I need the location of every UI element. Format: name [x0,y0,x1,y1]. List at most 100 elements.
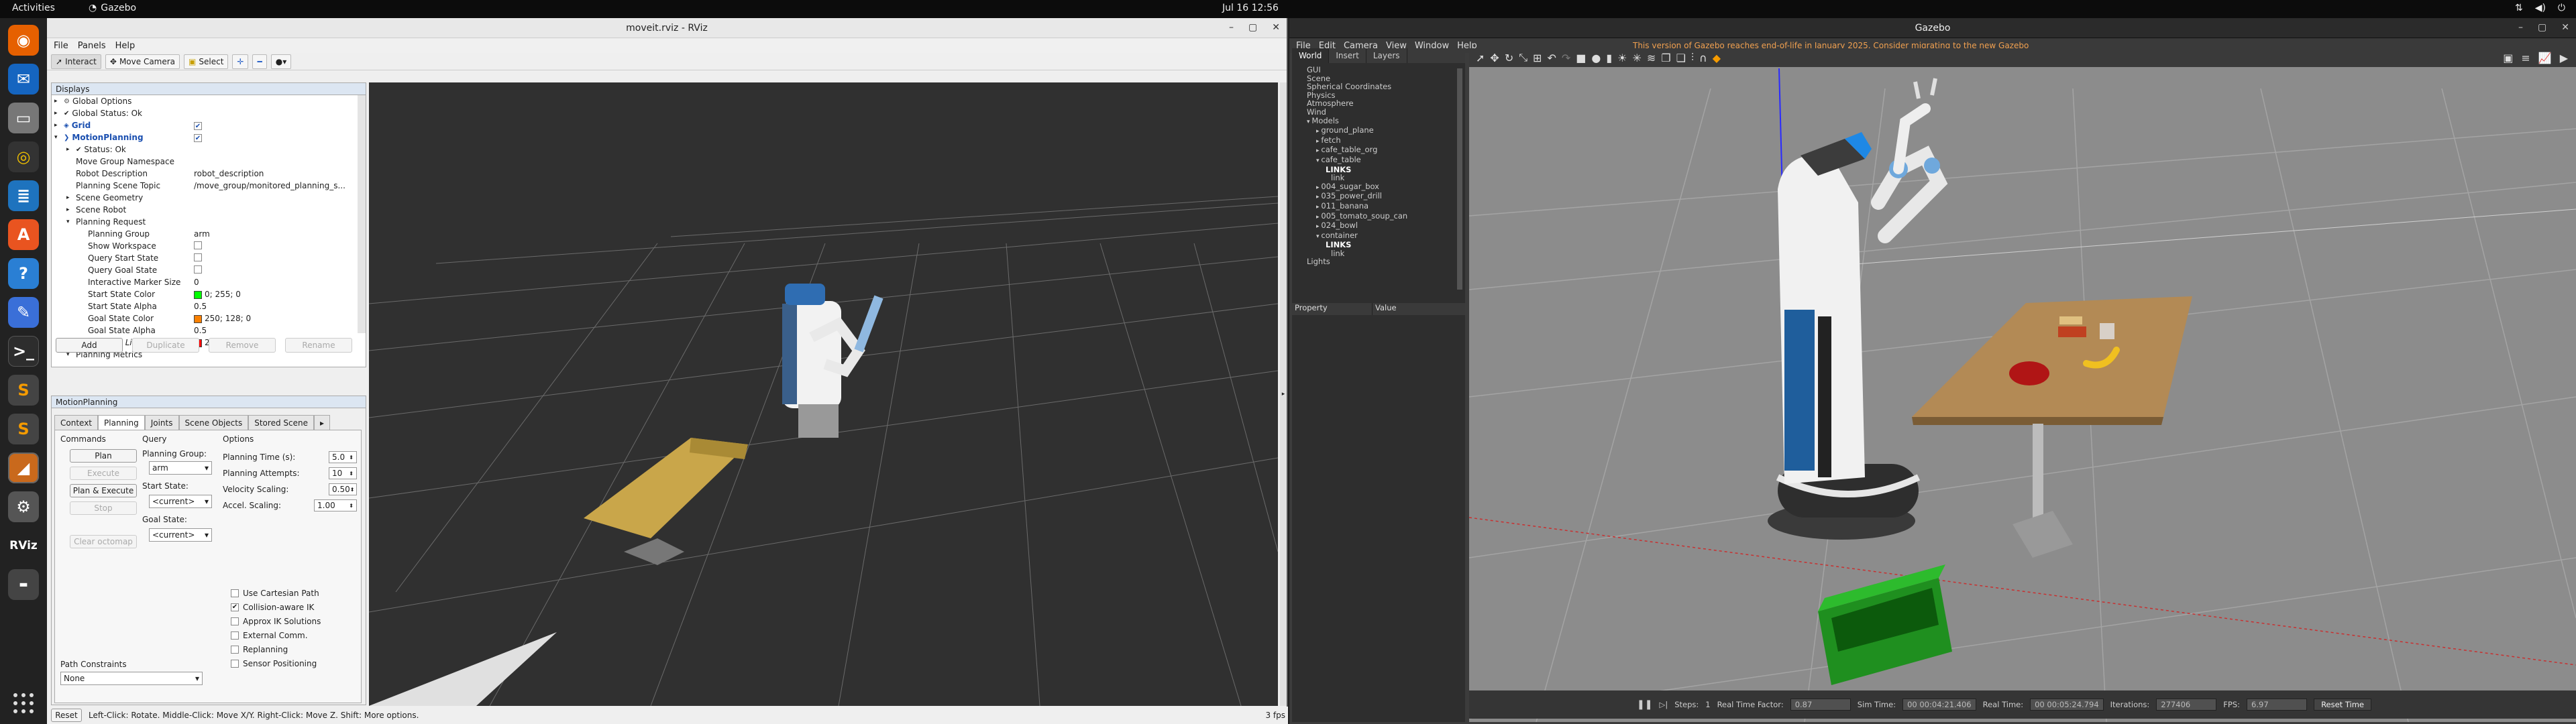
duplicate-button[interactable]: Duplicate [132,338,199,353]
clear-octomap-button[interactable]: Clear octomap [70,535,137,548]
checkbox[interactable] [231,659,239,668]
app-center-icon[interactable]: A [8,219,39,250]
display-row[interactable]: ▾ Planning Request [52,216,366,228]
display-row[interactable]: ▸ ✔ Status: Ok [52,143,366,156]
world-tree-item[interactable]: ▸ 024_bowl [1307,221,1465,231]
app-menu[interactable]: ◔ Gazebo [89,3,136,13]
checkbox[interactable]: ✔ [194,134,202,143]
display-row[interactable]: Planning Scene Topic/move_group/monitore… [52,180,366,192]
gazebo-3d-view[interactable] [1469,48,2576,722]
display-row[interactable]: ▸ Scene Geometry [52,192,366,204]
pause-icon[interactable]: ❚❚ [1637,699,1652,710]
rviz-3d-view[interactable] [369,82,1278,706]
sensor-positioning-check[interactable]: Sensor Positioning [231,656,321,670]
close-icon[interactable]: ✕ [1272,22,1280,33]
world-tree-scrollbar[interactable] [1457,68,1462,290]
tab-insert[interactable]: Insert [1329,48,1366,63]
close-icon[interactable]: ✕ [2561,22,2569,33]
display-row-value[interactable]: arm [194,229,210,239]
stop-button[interactable]: Stop [70,501,137,515]
display-row-value[interactable]: ✔ [194,133,202,143]
rviz-icon[interactable]: RViz [8,530,39,561]
display-row-value[interactable]: 250; 128; 0 [194,314,251,323]
thunderbird-icon[interactable]: ✉ [8,64,39,95]
orange-camera-icon[interactable]: ◆ [1713,52,1721,64]
plot-icon[interactable]: 📈 [2538,52,2552,64]
trash-icon[interactable]: ▬ [8,569,39,600]
display-row[interactable]: ▾ ❯ MotionPlanning ✔ [52,131,366,143]
world-tree-item[interactable]: Lights [1307,257,1465,266]
checkbox[interactable] [194,253,202,261]
rename-button[interactable]: Rename [285,338,352,353]
rhythmbox-icon[interactable]: ◎ [8,141,39,172]
activities-button[interactable]: Activities [12,3,55,13]
checkbox[interactable]: ✔ [194,122,202,131]
scale-icon[interactable]: ⤡ [1519,51,1527,64]
display-row-value[interactable]: 0.5 [194,326,207,335]
text-editor-icon[interactable]: ✎ [8,297,39,328]
display-row-value[interactable] [194,253,202,263]
expand-arrow-icon[interactable]: ▸ [54,98,61,105]
world-tree-item[interactable]: ▸ 035_power_drill [1307,192,1465,202]
collapse-arrow-icon[interactable]: ▾ [66,219,73,225]
expand-arrow-icon[interactable]: ▸ [54,122,61,129]
select-tool[interactable]: ▣ Select [184,54,229,69]
menu-panels[interactable]: Panels [78,41,106,51]
checkbox[interactable] [231,589,239,597]
checkbox[interactable] [194,265,202,274]
world-tree-item[interactable]: GUI [1307,66,1465,74]
display-row-value[interactable]: 0 [194,278,199,287]
checkbox[interactable] [231,645,239,654]
tab-planning[interactable]: Planning [98,415,145,430]
world-tree-item[interactable]: ▸ 005_tomato_soup_can [1307,211,1465,222]
sun-light-icon[interactable]: ☀ [1617,52,1627,64]
display-row[interactable]: Goal State Color 250; 128; 0 [52,312,366,324]
reset-button[interactable]: Reset [51,709,82,722]
rviz-titlebar[interactable]: moveit.rviz - RViz – ▢ ✕ [47,18,1287,38]
translate-icon[interactable]: ✥ [1490,52,1499,64]
maximize-icon[interactable]: ▢ [1248,22,1257,33]
maximize-icon[interactable]: ▢ [2538,22,2546,33]
expand-arrow-icon[interactable]: ▸ [66,146,73,153]
clock[interactable]: Jul 16 12:56 [1222,3,1279,13]
rotate-icon[interactable]: ↻ [1505,52,1513,64]
tab-stored-scenes[interactable]: Stored Scene [248,415,314,430]
settings-icon[interactable]: ⚙ [8,491,39,522]
display-row[interactable]: Start State Color 0; 255; 0 [52,288,366,300]
external-comm-check[interactable]: External Comm. [231,628,321,642]
align-icon[interactable]: ⫶ [1691,51,1694,64]
world-tree-item[interactable]: link [1307,249,1465,258]
cartesian-path-check[interactable]: Use Cartesian Path [231,586,321,600]
minimize-icon[interactable]: – [1229,22,1234,33]
replanning-check[interactable]: Replanning [231,642,321,656]
display-row-value[interactable]: robot_description [194,169,264,178]
execute-button[interactable]: Execute [70,467,137,480]
move-camera-tool[interactable]: ✥ Move Camera [105,54,180,69]
cylinder-shape-icon[interactable]: ▮ [1606,52,1612,64]
tab-scene-objects[interactable]: Scene Objects [178,415,249,430]
approx-ik-check[interactable]: Approx IK Solutions [231,614,321,628]
focus-tool[interactable]: ✛ [232,54,249,69]
display-row-value[interactable]: 0.5 [194,302,207,311]
interact-tool[interactable]: ➚ Interact [51,54,101,69]
display-row[interactable]: Interactive Marker Size 0 [52,276,366,288]
planning-group-select[interactable]: arm ▾ [149,461,212,475]
firefox-icon[interactable]: ◉ [8,25,39,56]
tab-layers[interactable]: Layers [1366,48,1407,63]
display-row[interactable]: Move Group Namespace [52,156,366,168]
plan-button[interactable]: Plan [70,449,137,463]
path-constraints-select[interactable]: None ▾ [60,672,203,685]
files-icon[interactable]: ▭ [8,103,39,133]
checkbox[interactable] [231,631,239,640]
select-mode-icon[interactable]: ➚ [1476,52,1485,64]
display-row-value[interactable] [194,241,202,251]
tab-world[interactable]: World [1292,48,1330,63]
writer-icon[interactable]: ≣ [8,180,39,211]
collapse-arrow-icon[interactable]: ▾ [54,134,61,141]
world-tree-item[interactable]: ▸ 004_sugar_box [1307,182,1465,192]
display-row[interactable]: Query Start State [52,252,366,264]
display-row[interactable]: Query Goal State [52,264,366,276]
display-row[interactable]: Start State Alpha 0.5 [52,300,366,312]
spot-light-icon[interactable]: ≋ [1647,52,1656,64]
steps-value[interactable]: 1 [1705,700,1710,709]
